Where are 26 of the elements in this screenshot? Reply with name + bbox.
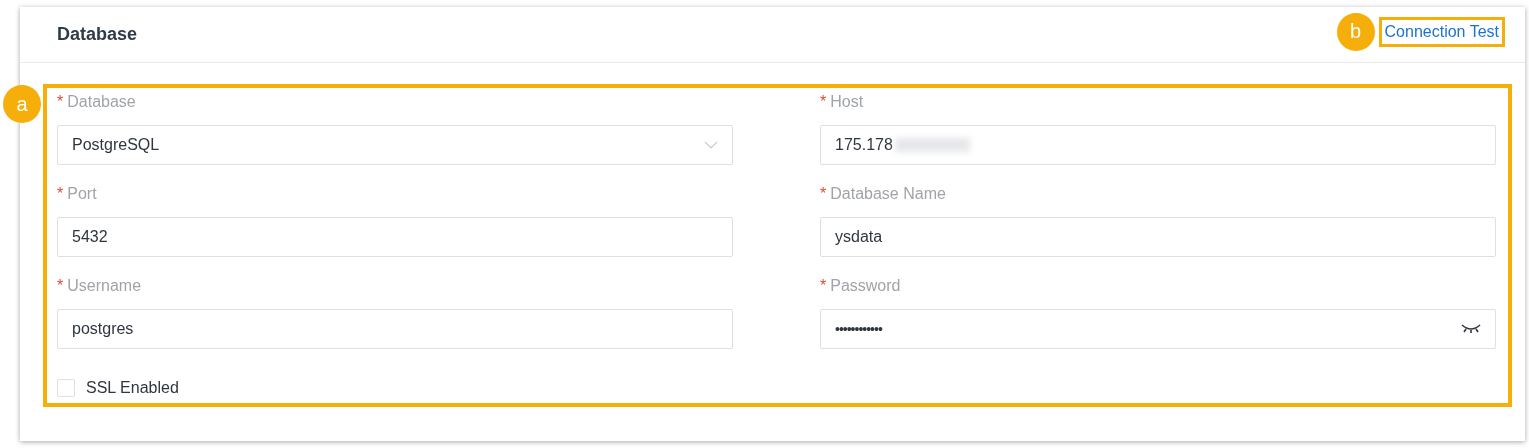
checkbox[interactable]	[57, 379, 75, 397]
required-asterisk: *	[820, 184, 827, 204]
input-field[interactable]: 175.178	[820, 125, 1496, 165]
field-label: Password	[830, 276, 901, 296]
chevron-down-icon	[704, 141, 718, 149]
required-asterisk: *	[820, 92, 827, 112]
required-asterisk: *	[57, 92, 64, 112]
select-field[interactable]: PostgreSQL	[57, 125, 733, 165]
input-field[interactable]: ••••••••••••	[820, 309, 1496, 349]
field-label: Database Name	[830, 184, 946, 204]
connection-test-link[interactable]: Connection Test	[1378, 16, 1505, 47]
field-label: Host	[830, 92, 864, 112]
input-field[interactable]: postgres	[57, 309, 733, 349]
input-field[interactable]: 5432	[57, 217, 733, 257]
input-field[interactable]: ysdata	[820, 217, 1496, 257]
field-label: Database	[67, 92, 136, 112]
required-asterisk: *	[57, 276, 64, 296]
eye-closed-icon[interactable]	[1461, 323, 1481, 335]
required-asterisk: *	[820, 276, 827, 296]
field-label: Username	[67, 276, 142, 296]
annotation-badge: b	[1336, 12, 1375, 51]
section-title: Database	[57, 24, 138, 45]
checkbox-label: SSL Enabled	[86, 379, 179, 397]
required-asterisk: *	[57, 184, 64, 204]
annotation-badge: a	[3, 85, 41, 123]
field-label: Port	[67, 184, 97, 204]
